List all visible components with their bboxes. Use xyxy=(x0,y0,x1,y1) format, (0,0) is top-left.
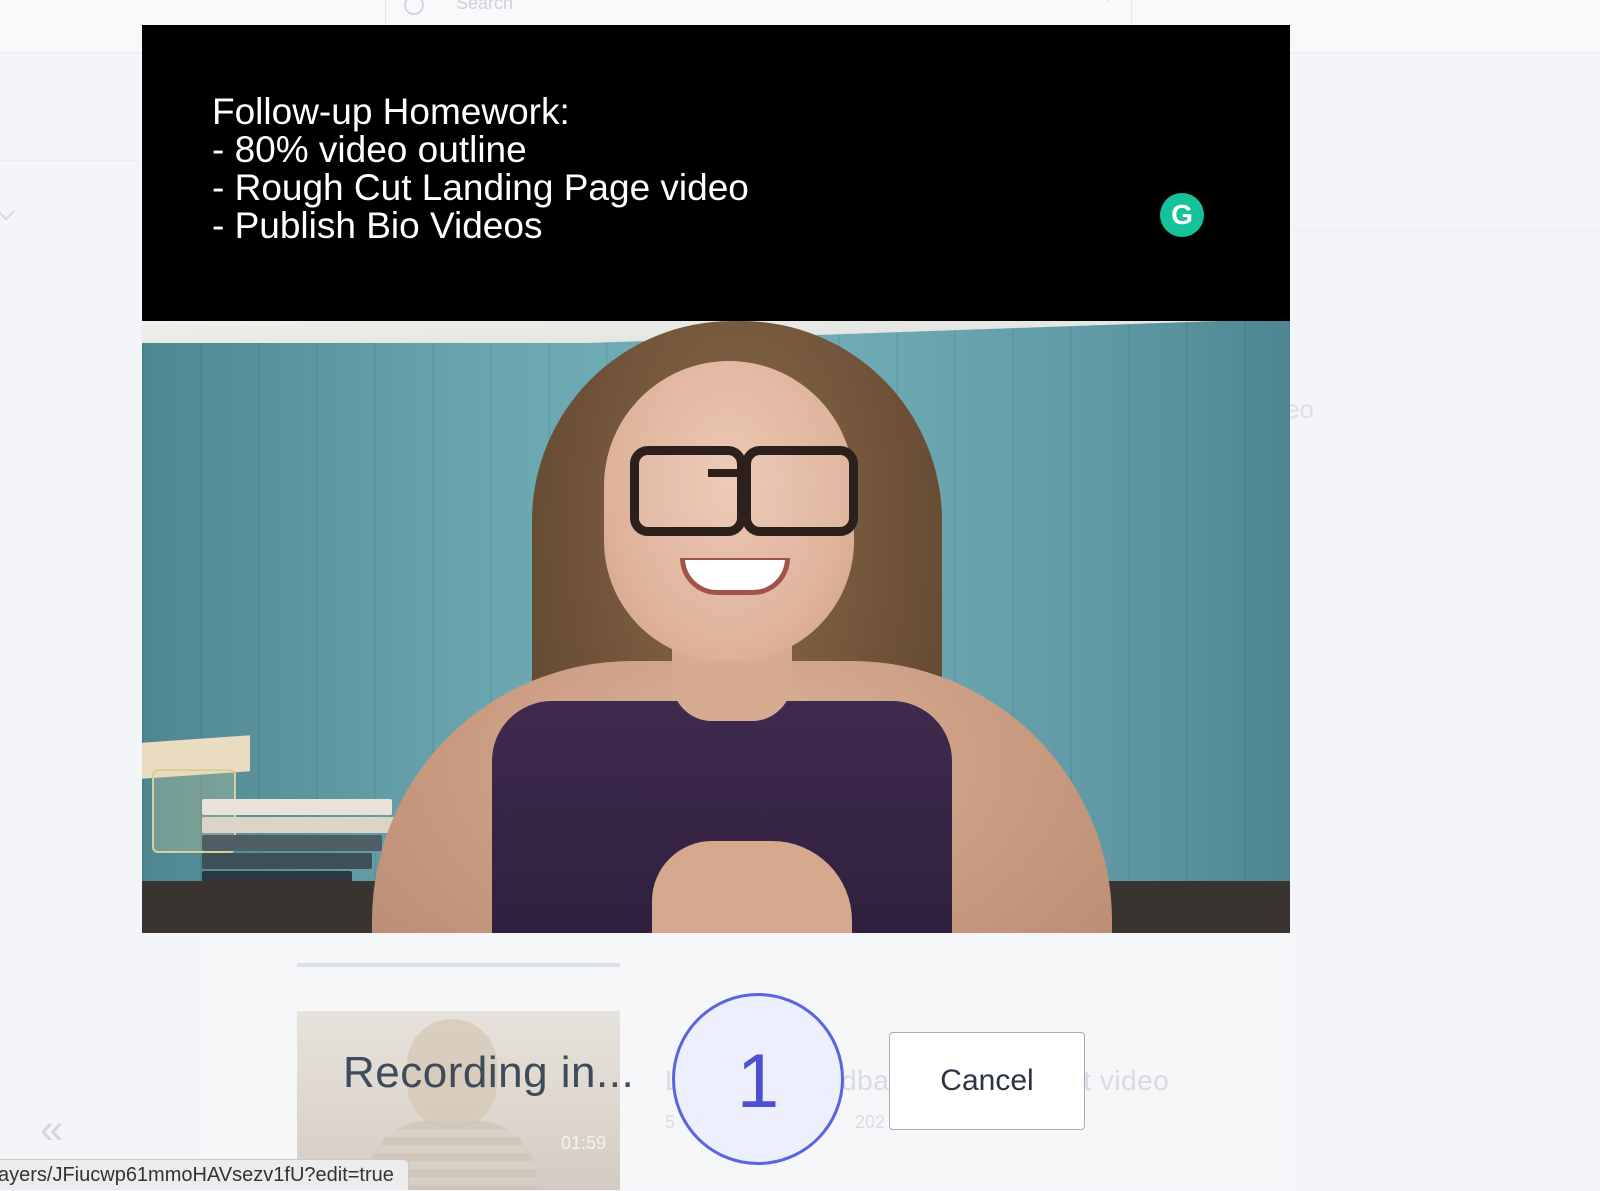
notes-line: - Rough Cut Landing Page video xyxy=(212,167,749,208)
search-placeholder: Search xyxy=(456,0,514,13)
recording-countdown-label: Recording in... xyxy=(343,1048,635,1097)
glasses-bridge xyxy=(708,469,748,477)
book xyxy=(202,835,382,851)
status-url-text: ayers/JFiucwp61mmoHAVsezv1fU?edit=true xyxy=(0,1164,394,1186)
grammarly-icon[interactable]: G xyxy=(1160,193,1204,237)
right-panel-row xyxy=(1290,150,1600,231)
notes-text: Follow-up Homework: - 80% video outline … xyxy=(212,93,749,245)
video-title-part: dba xyxy=(841,1065,890,1096)
webcam-feed xyxy=(142,321,1290,933)
book xyxy=(202,853,372,869)
countdown-number: 1 xyxy=(736,1039,780,1124)
teleprompter-notes: Follow-up Homework: - 80% video outline … xyxy=(142,25,1290,319)
book xyxy=(202,799,392,815)
chevron-down-icon[interactable] xyxy=(0,203,15,221)
search-icon xyxy=(404,0,424,15)
video-date-part: 5 xyxy=(665,1112,676,1132)
search-input[interactable]: Search xyxy=(385,0,1132,28)
tab-underline xyxy=(297,963,620,967)
countdown-circle: 1 xyxy=(672,993,844,1165)
recording-preview: Follow-up Homework: - 80% video outline … xyxy=(142,25,1290,933)
glasses-left-lens xyxy=(630,446,746,536)
video-title-part: t video xyxy=(1083,1065,1170,1096)
notes-line: - 80% video outline xyxy=(212,129,527,170)
collapse-sidebar-icon[interactable]: « xyxy=(40,1108,63,1150)
video-date-part: 202 xyxy=(855,1112,886,1132)
notes-line: Follow-up Homework: xyxy=(212,91,570,132)
cancel-button[interactable]: Cancel xyxy=(889,1032,1085,1130)
sidebar-divider xyxy=(0,160,140,161)
video-duration: 01:59 xyxy=(560,1133,606,1153)
book xyxy=(202,817,402,833)
status-bar-url: ayers/JFiucwp61mmoHAVsezv1fU?edit=true xyxy=(0,1159,409,1190)
glasses-right-lens xyxy=(742,446,858,536)
chevron-down-icon[interactable] xyxy=(1100,0,1116,2)
notes-line: - Publish Bio Videos xyxy=(212,205,543,246)
